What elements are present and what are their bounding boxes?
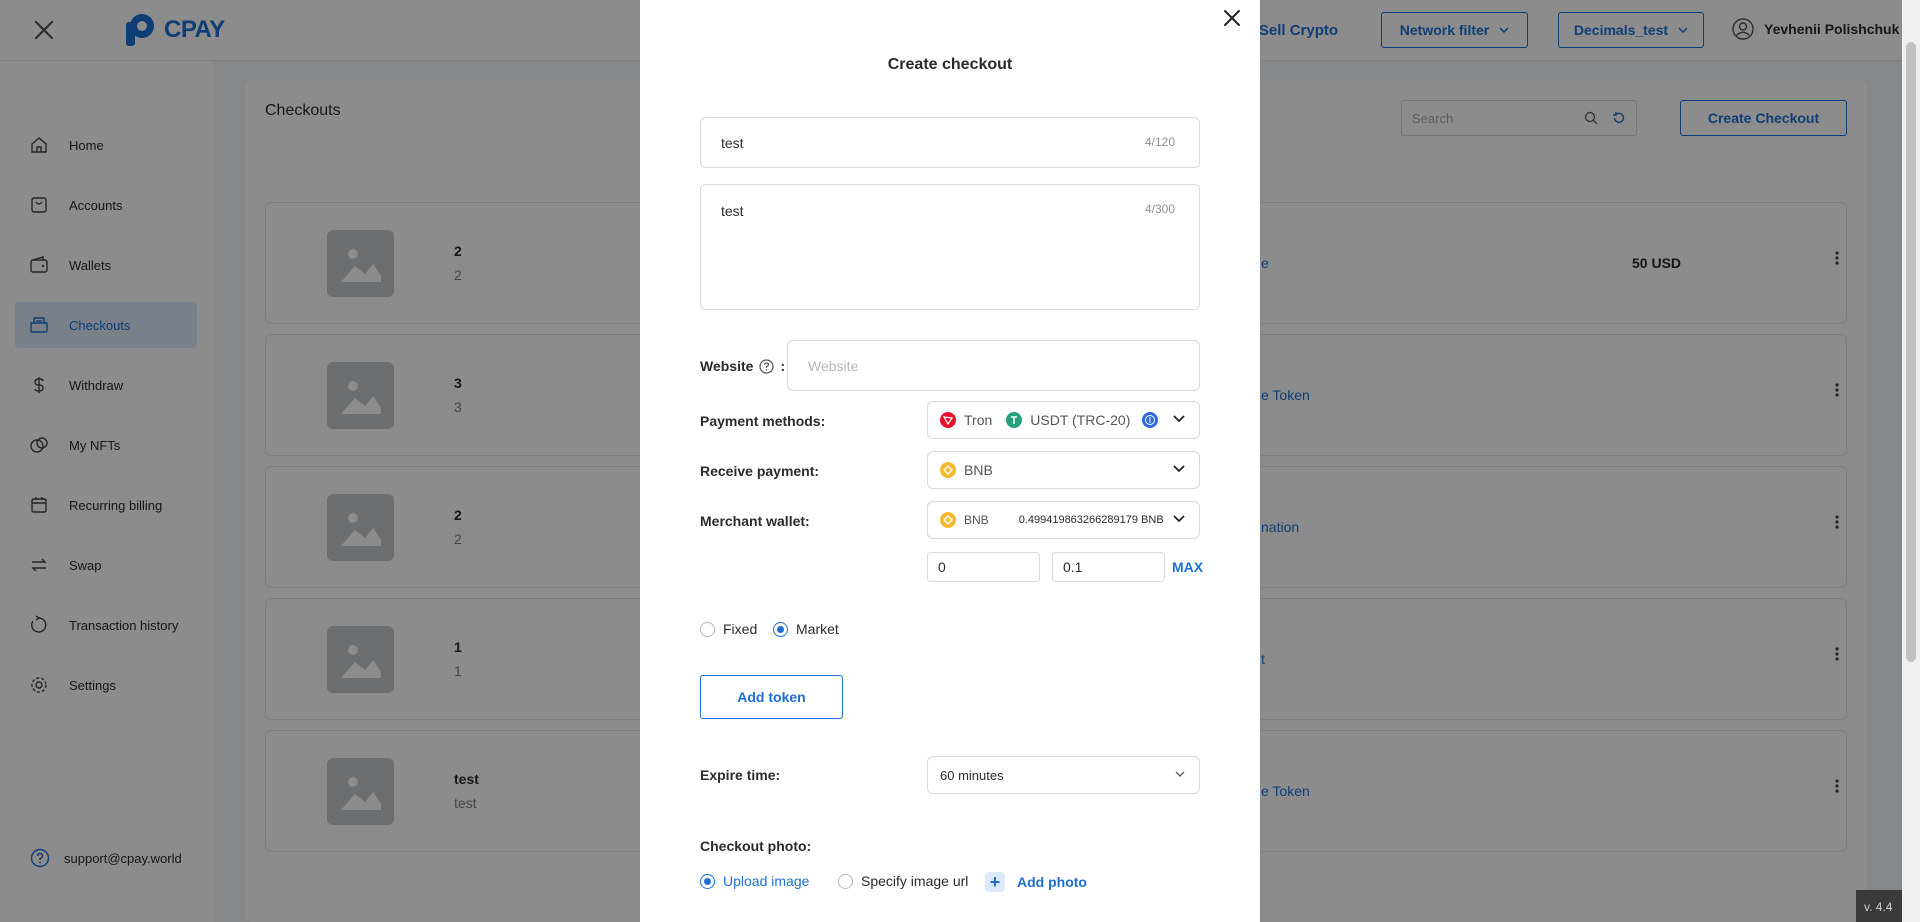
expire-time-select[interactable]: 60 minutes bbox=[927, 756, 1200, 794]
rate-market-radio[interactable]: Market bbox=[773, 621, 839, 637]
merchant-wallet-balance: 0.499419863266289179 BNB bbox=[1018, 514, 1164, 526]
checkout-name-value: test bbox=[721, 135, 744, 151]
create-checkout-modal: Create checkout test 4/120 test 4/300 We… bbox=[640, 0, 1260, 922]
chevron-down-icon bbox=[1173, 465, 1185, 473]
bnb-icon bbox=[940, 462, 956, 478]
scrollbar-thumb[interactable] bbox=[1906, 42, 1916, 662]
image-url-radio[interactable]: Specify image url bbox=[838, 873, 968, 889]
website-label-text: Website bbox=[700, 358, 754, 374]
payment-methods-select[interactable]: Tron USDT (TRC-20) bbox=[927, 401, 1200, 439]
upload-image-radio[interactable]: Upload image bbox=[700, 873, 809, 889]
max-button[interactable]: MAX bbox=[1172, 559, 1203, 575]
expire-time-value: 60 minutes bbox=[940, 767, 1004, 783]
website-placeholder: Website bbox=[808, 358, 859, 374]
checkout-description-input[interactable]: test 4/300 bbox=[700, 184, 1200, 310]
add-photo-button[interactable]: + Add photo bbox=[985, 872, 1087, 892]
close-icon[interactable] bbox=[1221, 7, 1243, 29]
expire-time-label-text: Expire time bbox=[700, 767, 776, 783]
upload-image-label: Upload image bbox=[723, 873, 810, 889]
rate-fixed-radio[interactable]: Fixed bbox=[700, 621, 757, 637]
description-char-counter: 4/300 bbox=[1144, 202, 1175, 216]
checkout-name-input[interactable]: test 4/120 bbox=[700, 117, 1200, 168]
payment-network: Tron bbox=[964, 412, 993, 428]
bnb-icon bbox=[940, 512, 956, 528]
merchant-wallet-select[interactable]: BNB 0.499419863266289179 BNB bbox=[927, 501, 1200, 539]
max-amount-value: 0.1 bbox=[1063, 559, 1083, 575]
rate-market-label: Market bbox=[796, 621, 839, 637]
min-amount-input[interactable]: 0 bbox=[927, 552, 1040, 582]
min-amount-value: 0 bbox=[938, 559, 946, 575]
max-amount-input[interactable]: 0.1 bbox=[1052, 552, 1165, 582]
version-badge: v. 4.4 bbox=[1856, 890, 1902, 922]
add-token-button[interactable]: Add token bbox=[700, 675, 843, 719]
chevron-down-icon bbox=[1173, 415, 1185, 423]
checkout-description-value: test bbox=[721, 203, 744, 219]
merchant-wallet-currency: BNB bbox=[964, 513, 989, 527]
website-label: Website : bbox=[700, 358, 785, 374]
usdc-icon bbox=[1142, 412, 1159, 428]
rate-fixed-label: Fixed bbox=[723, 621, 758, 637]
plus-icon: + bbox=[985, 872, 1005, 892]
website-colon: : bbox=[780, 358, 786, 374]
chevron-down-icon bbox=[1173, 515, 1185, 523]
radio-circle-selected bbox=[700, 873, 715, 889]
receive-payment-select[interactable]: BNB bbox=[927, 451, 1200, 489]
modal-title: Create checkout bbox=[887, 56, 1013, 73]
name-char-counter: 4/120 bbox=[1144, 135, 1175, 149]
payment-methods-label: Payment methods: bbox=[700, 413, 826, 429]
image-url-label: Specify image url bbox=[861, 873, 969, 889]
receive-payment-value: BNB bbox=[964, 462, 993, 478]
radio-circle bbox=[838, 873, 853, 889]
expire-time-colon: : bbox=[775, 767, 781, 783]
page-scrollbar[interactable] bbox=[1902, 0, 1920, 922]
tron-icon bbox=[940, 412, 956, 428]
checkout-photo-label: Checkout photo: bbox=[700, 838, 812, 854]
radio-circle-selected bbox=[773, 621, 788, 637]
chevron-down-icon bbox=[1175, 771, 1185, 777]
payment-token: USDT (TRC-20) bbox=[1030, 412, 1131, 428]
radio-circle bbox=[700, 621, 715, 637]
receive-payment-label: Receive payment: bbox=[700, 463, 820, 479]
help-circle-icon[interactable] bbox=[759, 358, 775, 374]
tether-icon bbox=[1006, 412, 1023, 428]
expire-time-label: Expire time: bbox=[700, 767, 780, 783]
website-input[interactable]: Website bbox=[787, 340, 1200, 391]
add-photo-label: Add photo bbox=[1017, 874, 1087, 890]
merchant-wallet-label: Merchant wallet: bbox=[700, 513, 810, 529]
